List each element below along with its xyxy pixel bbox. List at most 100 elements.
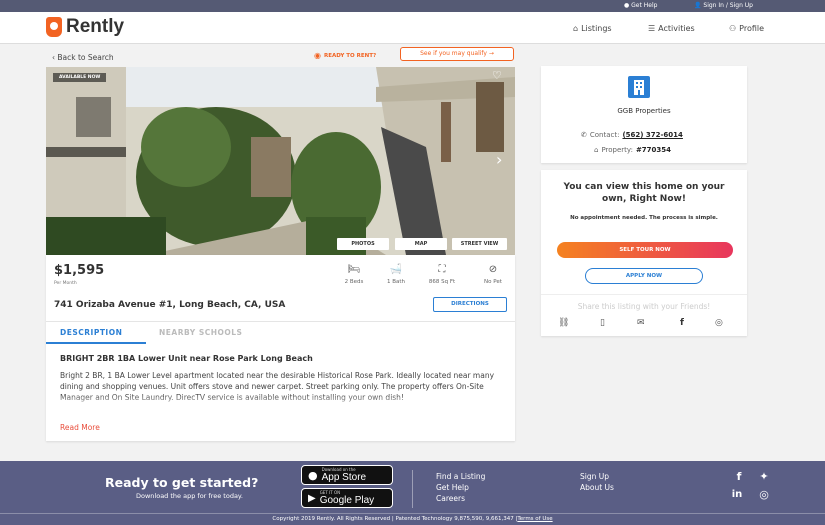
- bed-icon: 🛏: [347, 264, 361, 275]
- instagram-icon[interactable]: ◎: [758, 489, 770, 501]
- footer-link-sign-up[interactable]: Sign Up: [580, 472, 609, 481]
- twitter-icon[interactable]: ✦: [758, 471, 770, 483]
- copyright: Copyright 2019 Rently. All Rights Reserv…: [0, 516, 825, 522]
- linkedin-icon[interactable]: in: [731, 489, 743, 501]
- footer-link-about-us[interactable]: About Us: [580, 483, 614, 492]
- mobile-icon[interactable]: ▯: [600, 318, 605, 328]
- logo-text: Rently: [66, 16, 125, 37]
- footer-link-careers[interactable]: Careers: [436, 494, 465, 503]
- photos-label: PHOTOS: [351, 241, 375, 247]
- footer-link-find-listing[interactable]: Find a Listing: [436, 472, 485, 481]
- play-icon: ▶: [308, 492, 316, 504]
- sign-in-link[interactable]: 👤 Sign In / Sign Up: [694, 2, 753, 9]
- phone-icon: ✆: [581, 131, 587, 139]
- qualify-label: See if you may qualify: [420, 50, 487, 57]
- heart-icon[interactable]: ♡: [492, 69, 502, 82]
- google-play-button[interactable]: ▶ GET IT ON Google Play: [301, 488, 393, 508]
- footer-subtext: Download the app for free today.: [136, 492, 243, 500]
- app-store-text: Download on the App Store: [322, 467, 366, 483]
- bath-icon: 🛁: [389, 264, 403, 275]
- ready-to-rent-badge: ◉ READY TO RENT?: [314, 51, 376, 60]
- facebook-icon[interactable]: f: [733, 471, 745, 483]
- agent-phone-link[interactable]: (562) 372-6014: [622, 131, 682, 139]
- qualify-button[interactable]: See if you may qualify →: [400, 47, 514, 61]
- email-icon[interactable]: ✉: [637, 318, 645, 328]
- apple-icon: ●: [308, 468, 318, 482]
- rently-logo[interactable]: Rently: [46, 16, 124, 38]
- ready-label: READY TO RENT?: [323, 52, 377, 59]
- feature-bath: 🛁 1 Bath: [378, 264, 414, 286]
- no-pets-icon: ⊘: [488, 264, 498, 275]
- facebook-share-icon[interactable]: f: [680, 318, 684, 328]
- tabs-divider: [46, 321, 515, 322]
- footer-link-get-help[interactable]: Get Help: [436, 483, 469, 492]
- street-view-button[interactable]: STREET VIEW: [452, 238, 507, 250]
- description-fade: [46, 394, 515, 412]
- person-icon: ⚇: [729, 23, 737, 33]
- copyright-text: Copyright 2019 Rently. All Rights Reserv…: [272, 516, 518, 522]
- available-now-badge: AVAILABLE NOW: [53, 73, 107, 82]
- tour-heading: You can view this home on your own, Righ…: [563, 182, 725, 204]
- map-label: MAP: [414, 241, 428, 247]
- share-divider: [541, 294, 747, 295]
- agent-property: ⌂ Property: #770354: [594, 146, 671, 154]
- app-store-small: Download on the: [321, 467, 356, 472]
- rently-logo-icon: [46, 17, 62, 37]
- building-icon: [634, 80, 644, 95]
- nav-activities[interactable]: ☰ Activities: [648, 24, 695, 33]
- list-icon: ☰: [648, 23, 656, 33]
- photos-button[interactable]: PHOTOS: [337, 238, 389, 250]
- agent-logo: [628, 76, 650, 98]
- apply-now-button[interactable]: APPLY NOW: [585, 268, 703, 284]
- feature-pets: ⊘ No Pet: [475, 264, 511, 286]
- app-store-button[interactable]: ● Download on the App Store: [301, 465, 393, 485]
- top-utility-bar: ● Get Help 👤 Sign In / Sign Up: [0, 0, 825, 12]
- read-more-link[interactable]: Read More: [60, 423, 100, 432]
- back-label: Back to Search: [57, 53, 114, 62]
- available-label: AVAILABLE NOW: [59, 75, 101, 80]
- home-icon: ⌂: [573, 23, 579, 33]
- nav-listings[interactable]: ⌂ Listings: [573, 24, 612, 33]
- copyright-divider: [0, 513, 825, 514]
- map-button[interactable]: MAP: [395, 238, 447, 250]
- tab-nearby-schools[interactable]: NEARBY SCHOOLS: [159, 328, 242, 337]
- link-icon[interactable]: ⛓: [558, 318, 569, 328]
- arrow-right-icon: →: [488, 50, 494, 57]
- area-icon: ⛶: [438, 264, 446, 275]
- active-tab-underline: [46, 342, 146, 344]
- google-play-text: GET IT ON Google Play: [320, 490, 374, 506]
- bath-label: 1 Bath: [386, 279, 406, 285]
- feature-area: ⛶ 868 Sq Ft: [424, 264, 460, 286]
- get-help-link[interactable]: ● Get Help: [624, 2, 657, 9]
- terms-link[interactable]: Terms of Use: [517, 516, 552, 522]
- chevron-right-icon[interactable]: ›: [496, 150, 502, 169]
- chevron-left-icon: ‹: [52, 53, 55, 62]
- house-icon: ⌂: [594, 146, 599, 154]
- directions-button[interactable]: DIRECTIONS: [433, 297, 507, 312]
- tab-description[interactable]: DESCRIPTION: [60, 328, 122, 337]
- instagram-share-icon[interactable]: ◎: [715, 318, 723, 328]
- rently-r-icon: ◉: [314, 51, 321, 60]
- listing-headline: BRIGHT 2BR 1BA Lower Unit near Rose Park…: [60, 354, 313, 363]
- nav-listings-label: Listings: [581, 24, 612, 33]
- google-play-label: Google Play: [319, 495, 375, 506]
- price-period: Per Month: [54, 281, 77, 286]
- pets-label: No Pet: [484, 279, 502, 285]
- share-text: Share this listing with your Friends!: [577, 302, 711, 311]
- address: 741 Orizaba Avenue #1, Long Beach, CA, U…: [54, 300, 286, 310]
- back-to-search-link[interactable]: ‹ Back to Search: [52, 53, 114, 62]
- footer-divider: [412, 470, 413, 508]
- nav-activities-label: Activities: [658, 24, 695, 33]
- listing-photo[interactable]: [46, 67, 515, 255]
- property-id: #770354: [635, 146, 672, 154]
- feature-beds: 🛏 2 Beds: [336, 264, 372, 286]
- tour-subtext: No appointment needed. The process is si…: [570, 215, 718, 221]
- self-tour-button[interactable]: SELF TOUR NOW: [557, 242, 733, 258]
- contact-label: Contact:: [589, 131, 620, 139]
- street-label: STREET VIEW: [460, 241, 499, 247]
- apartment-photo-graphic: [46, 67, 515, 255]
- nav-profile-label: Profile: [739, 24, 765, 33]
- footer-heading: Ready to get started?: [105, 475, 259, 490]
- nav-profile[interactable]: ⚇ Profile: [729, 24, 764, 33]
- beds-label: 2 Beds: [344, 279, 364, 285]
